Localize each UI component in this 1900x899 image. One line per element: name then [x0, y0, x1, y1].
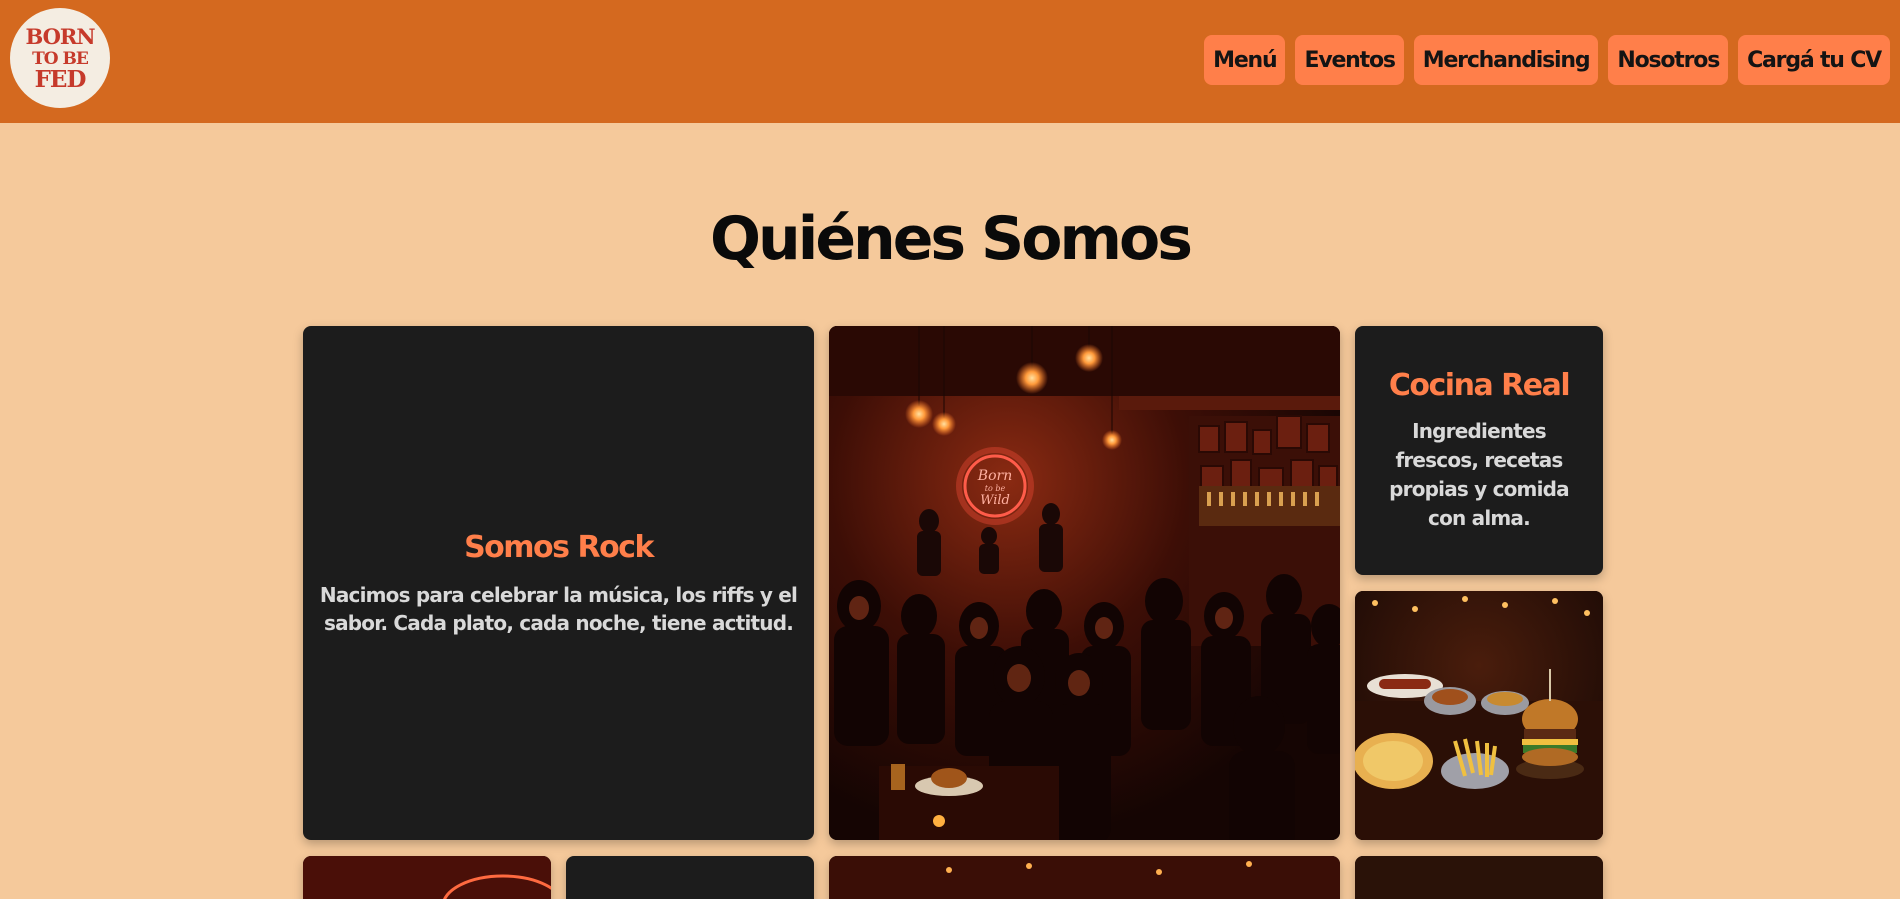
- site-header: BORN TO BE FED Menú Eventos Merchandisin…: [0, 0, 1900, 123]
- bar-concert-photo: Born to be Wild: [829, 326, 1340, 840]
- food-photo: [1355, 591, 1603, 840]
- food-image: [1355, 591, 1603, 840]
- bar-concert-image: Born to be Wild: [829, 326, 1340, 840]
- neon-sign-line-2: to be: [985, 484, 1006, 493]
- brand-logo[interactable]: BORN TO BE FED: [10, 8, 110, 108]
- somos-rock-text: Nacimos para celebrar la música, los rif…: [319, 582, 798, 635]
- bottom-photo-3-image: [1355, 856, 1603, 899]
- logo-badge: BORN TO BE FED: [25, 24, 96, 93]
- nav-eventos-button[interactable]: Eventos: [1295, 35, 1404, 85]
- neon-sign-line-1: Born: [977, 468, 1012, 484]
- cocina-real-heading: Cocina Real: [1388, 368, 1571, 403]
- nav-menu-button[interactable]: Menú: [1204, 35, 1286, 85]
- logo-line-3: FED: [35, 66, 86, 93]
- cocina-real-card: Cocina Real Ingredientes frescos, receta…: [1355, 326, 1603, 575]
- cocina-real-text: Ingredientes frescos, recetas propias y …: [1389, 419, 1570, 530]
- neon-sign-line-3: Wild: [980, 493, 1010, 508]
- logo-line-1: BORN: [25, 24, 95, 49]
- somos-rock-heading: Somos Rock: [464, 529, 654, 565]
- somos-rock-card: Somos Rock Nacimos para celebrar la músi…: [303, 326, 814, 840]
- nav-nosotros-button[interactable]: Nosotros: [1608, 35, 1729, 85]
- nav-cv-button[interactable]: Cargá tu CV: [1738, 35, 1890, 85]
- bottom-photo-2: [829, 856, 1340, 899]
- bottom-photo-3: [1355, 856, 1603, 899]
- nav-merchandising-button[interactable]: Merchandising: [1413, 35, 1599, 85]
- main-nav: Menú Eventos Merchandising Nosotros Carg…: [1204, 35, 1890, 85]
- bottom-photo-1-image: [303, 856, 551, 899]
- bottom-photo-1: [303, 856, 551, 899]
- bottom-photo-2-image: [829, 856, 1340, 899]
- page-title: Quiénes Somos: [710, 204, 1193, 274]
- bottom-text-card: [566, 856, 814, 899]
